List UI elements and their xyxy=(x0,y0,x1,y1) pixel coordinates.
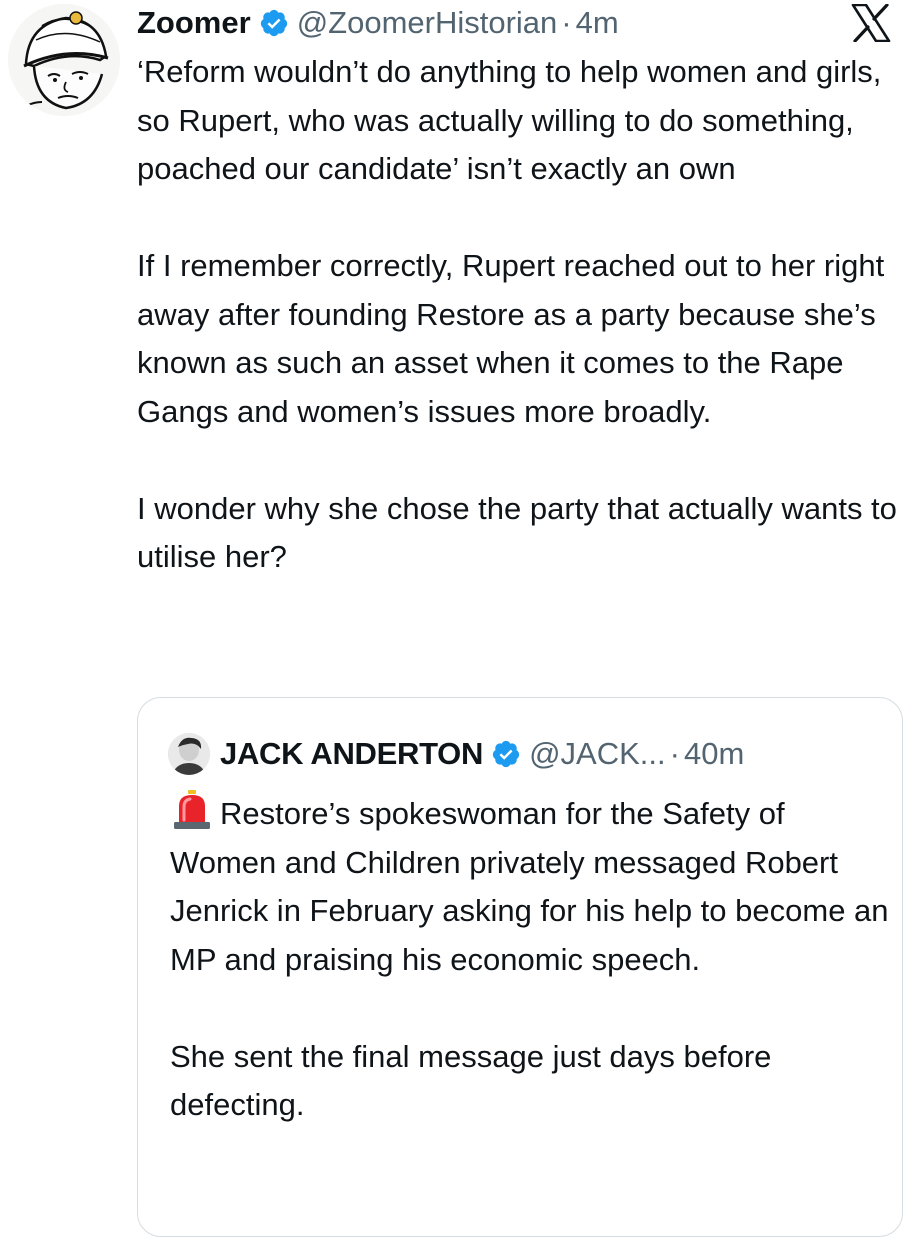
verified-badge-icon[interactable] xyxy=(259,8,289,38)
tweet-paragraph: I wonder why she chose the party that ac… xyxy=(137,490,897,575)
tweet-paragraph: ‘Reform wouldn’t do anything to help wom… xyxy=(137,54,882,186)
quoted-tweet-card[interactable]: JACK ANDERTON @JACK... · 40m Restore’s s… xyxy=(137,697,903,1237)
quoted-author-handle[interactable]: @JACK... xyxy=(529,736,666,772)
tweet-text: ‘Reform wouldn’t do anything to help wom… xyxy=(137,48,897,582)
verified-badge-icon[interactable] xyxy=(491,739,521,769)
separator-dot: · xyxy=(669,736,680,771)
quoted-author-avatar[interactable] xyxy=(168,733,210,775)
quoted-tweet-paragraph-text: Restore’s spokeswoman for the Safety of … xyxy=(170,796,889,977)
author-handle[interactable]: @ZoomerHistorian xyxy=(297,5,558,41)
siren-emoji-icon xyxy=(174,790,210,829)
quoted-tweet-timestamp[interactable]: 40m xyxy=(684,736,744,772)
x-logo-icon[interactable] xyxy=(851,4,891,42)
quoted-tweet-paragraph: She sent the final message just days bef… xyxy=(170,1038,772,1123)
author-avatar[interactable] xyxy=(8,4,120,116)
wojak-avatar-icon xyxy=(8,4,120,116)
tweet: Zoomer @ZoomerHistorian · 4m ‘Reform wou… xyxy=(0,0,913,1237)
separator-dot: · xyxy=(561,5,572,40)
quoted-tweet-text: Restore’s spokeswoman for the Safety of … xyxy=(170,790,890,1178)
quoted-tweet-header: JACK ANDERTON @JACK... · 40m xyxy=(168,728,882,780)
tweet-timestamp[interactable]: 4m xyxy=(576,5,619,41)
author-display-name[interactable]: Zoomer xyxy=(137,5,251,41)
tweet-paragraph: If I remember correctly, Rupert reached … xyxy=(137,248,885,429)
profile-photo-avatar-icon xyxy=(168,733,210,775)
tweet-header: Zoomer @ZoomerHistorian · 4m xyxy=(137,0,893,46)
quoted-tweet-paragraph: Restore’s spokeswoman for the Safety of … xyxy=(170,790,890,984)
quoted-author-display-name[interactable]: JACK ANDERTON xyxy=(220,736,483,772)
